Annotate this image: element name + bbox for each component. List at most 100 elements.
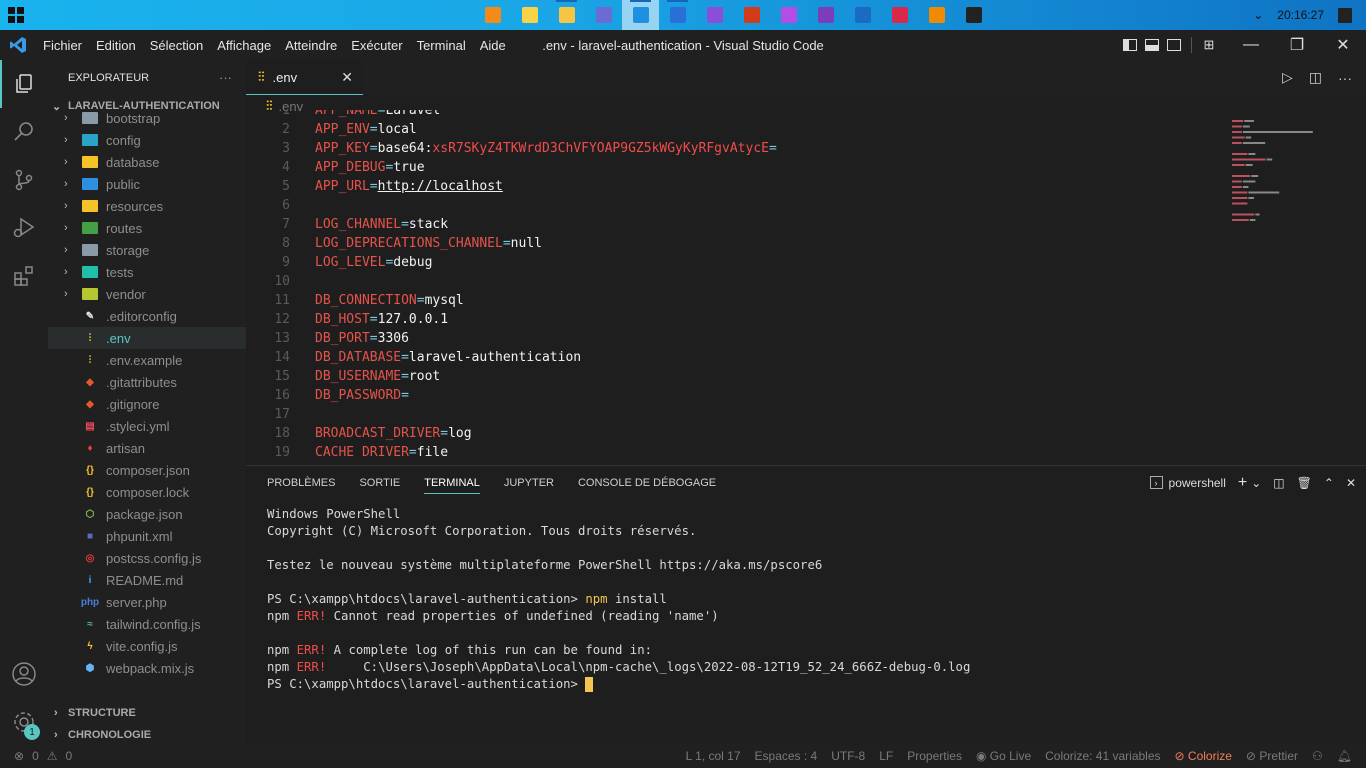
- notifications-icon[interactable]: [1338, 7, 1352, 23]
- toggle-primary-sidebar-button[interactable]: [1119, 30, 1141, 60]
- folder-item[interactable]: › database: [48, 151, 246, 173]
- feedback-icon[interactable]: ⚇: [1312, 749, 1323, 763]
- menu-item[interactable]: Sélection: [143, 38, 210, 53]
- menu-item[interactable]: Aide: [473, 38, 513, 53]
- panel-tab[interactable]: TERMINAL: [424, 466, 480, 499]
- toggle-secondary-sidebar-button[interactable]: [1163, 30, 1185, 60]
- file-item[interactable]: ■ phpunit.xml: [48, 525, 246, 547]
- terminal-output[interactable]: Windows PowerShell Copyright (C) Microsof…: [267, 506, 970, 693]
- explorer-more-actions-button[interactable]: ···: [219, 70, 232, 85]
- tray-overflow-chevron-icon[interactable]: ⌄: [1253, 8, 1263, 22]
- cursor-position[interactable]: L 1, col 17: [686, 749, 741, 763]
- folder-item[interactable]: › routes: [48, 217, 246, 239]
- section-structure[interactable]: › STRUCTURE: [48, 702, 136, 724]
- folder-item[interactable]: › resources: [48, 195, 246, 217]
- taskbar-app-sublime-text[interactable]: [474, 0, 511, 30]
- section-chronologie[interactable]: › CHRONOLOGIE: [48, 724, 151, 746]
- file-item[interactable]: {} composer.json: [48, 459, 246, 481]
- taskbar-app-opera[interactable]: [881, 0, 918, 30]
- kill-terminal-button[interactable]: 🗑: [1297, 476, 1312, 490]
- folder-item[interactable]: › vendor: [48, 283, 246, 305]
- taskbar-app-github-desktop[interactable]: [807, 0, 844, 30]
- file-item[interactable]: ϟ vite.config.js: [48, 635, 246, 657]
- taskbar-app-app-layers[interactable]: [770, 0, 807, 30]
- go-live-button[interactable]: ◉ Go Live: [976, 749, 1031, 763]
- close-window-button[interactable]: ✕: [1320, 30, 1366, 60]
- taskbar-app-sticky-notes[interactable]: [511, 0, 548, 30]
- windows-start-icon[interactable]: [8, 7, 24, 23]
- menu-item[interactable]: Fichier: [36, 38, 89, 53]
- taskbar-app-file-explorer[interactable]: [548, 0, 585, 30]
- menu-item[interactable]: Exécuter: [344, 38, 409, 53]
- menu-item[interactable]: Affichage: [210, 38, 278, 53]
- file-item[interactable]: ≈ tailwind.config.js: [48, 613, 246, 635]
- activity-extensions[interactable]: [0, 252, 48, 300]
- taskbar-app-firefox[interactable]: [659, 0, 696, 30]
- folder-item[interactable]: › storage: [48, 239, 246, 261]
- taskbar-app-command-prompt[interactable]: [955, 0, 992, 30]
- panel-tab[interactable]: JUPYTER: [504, 466, 554, 499]
- activity-run-debug[interactable]: [0, 204, 48, 252]
- encoding[interactable]: UTF-8: [831, 749, 865, 763]
- file-item[interactable]: ⫶ .env: [48, 327, 246, 349]
- editor-more-actions-button[interactable]: ···: [1338, 70, 1352, 86]
- language-mode[interactable]: Properties: [907, 749, 962, 763]
- minimap[interactable]: [1232, 117, 1352, 237]
- file-item[interactable]: ⬢ webpack.mix.js: [48, 657, 246, 679]
- code-editor[interactable]: 1 APP_NAME=Laravel 2 APP_ENV=local 3 APP_KEY=…: [246, 110, 1230, 458]
- folder-item[interactable]: › tests: [48, 261, 246, 283]
- colorize-info[interactable]: Colorize: 41 variables: [1045, 749, 1160, 763]
- file-item[interactable]: ◎ postcss.config.js: [48, 547, 246, 569]
- file-item[interactable]: ✎ .editorconfig: [48, 305, 246, 327]
- split-terminal-button[interactable]: ◫: [1273, 476, 1284, 490]
- new-terminal-button[interactable]: +: [1238, 474, 1247, 492]
- activity-search[interactable]: [0, 108, 48, 156]
- taskbar-app-visual-studio-code[interactable]: [622, 0, 659, 30]
- panel-tab[interactable]: PROBLÈMES: [267, 466, 335, 499]
- file-item[interactable]: i README.md: [48, 569, 246, 591]
- taskbar-app-vlc[interactable]: [918, 0, 955, 30]
- maximize-panel-button[interactable]: ⌃: [1324, 476, 1334, 490]
- end-of-line[interactable]: LF: [879, 749, 893, 763]
- toggle-panel-button[interactable]: [1141, 30, 1163, 60]
- panel-tab[interactable]: CONSOLE DE DÉBOGAGE: [578, 466, 716, 499]
- file-item[interactable]: {} composer.lock: [48, 481, 246, 503]
- file-item[interactable]: ⫶ .env.example: [48, 349, 246, 371]
- restore-button[interactable]: ❐: [1274, 30, 1320, 60]
- taskbar-app-visual-studio[interactable]: [696, 0, 733, 30]
- menu-item[interactable]: Atteindre: [278, 38, 344, 53]
- taskbar-app-app-blue[interactable]: [844, 0, 881, 30]
- activity-source-control[interactable]: [0, 156, 48, 204]
- folder-item[interactable]: › config: [48, 129, 246, 151]
- activity-accounts[interactable]: [0, 650, 48, 698]
- taskbar-app-app-infinity[interactable]: [585, 0, 622, 30]
- file-item[interactable]: ⬡ package.json: [48, 503, 246, 525]
- indentation[interactable]: Espaces : 4: [755, 749, 818, 763]
- file-item[interactable]: php server.php: [48, 591, 246, 613]
- customize-layout-button[interactable]: ⊞: [1198, 30, 1220, 60]
- file-item[interactable]: ♦ artisan: [48, 437, 246, 459]
- close-panel-button[interactable]: ✕: [1346, 476, 1356, 490]
- problems-status[interactable]: ⊗ 0 ⚠ 0: [0, 749, 72, 763]
- split-editor-button[interactable]: ◫: [1309, 69, 1322, 86]
- terminal-shell-selector[interactable]: › powershell: [1149, 476, 1226, 490]
- file-item[interactable]: ◆ .gitattributes: [48, 371, 246, 393]
- colorize-button[interactable]: ⊘ Colorize: [1175, 749, 1232, 763]
- clock[interactable]: 20:16:27: [1277, 8, 1324, 22]
- file-item[interactable]: ◆ .gitignore: [48, 393, 246, 415]
- file-item[interactable]: ▤ .styleci.yml: [48, 415, 246, 437]
- folder-item[interactable]: › public: [48, 173, 246, 195]
- prettier-button[interactable]: ⊘ Prettier: [1246, 749, 1298, 763]
- terminal-dropdown-chevron-icon[interactable]: ⌄: [1251, 476, 1261, 490]
- menu-item[interactable]: Edition: [89, 38, 143, 53]
- taskbar-app-color-picker[interactable]: [733, 0, 770, 30]
- minimize-button[interactable]: —: [1228, 30, 1274, 60]
- close-tab-button[interactable]: ✕: [341, 69, 353, 86]
- menu-item[interactable]: Terminal: [410, 38, 473, 53]
- run-file-button[interactable]: ▷: [1282, 69, 1293, 86]
- activity-explorer[interactable]: [0, 60, 48, 108]
- notifications-bell-icon[interactable]: 🔔︎: [1337, 749, 1352, 763]
- activity-manage[interactable]: 1: [0, 698, 48, 746]
- panel-tab[interactable]: SORTIE: [359, 466, 400, 499]
- folder-item[interactable]: › bootstrap: [48, 107, 246, 129]
